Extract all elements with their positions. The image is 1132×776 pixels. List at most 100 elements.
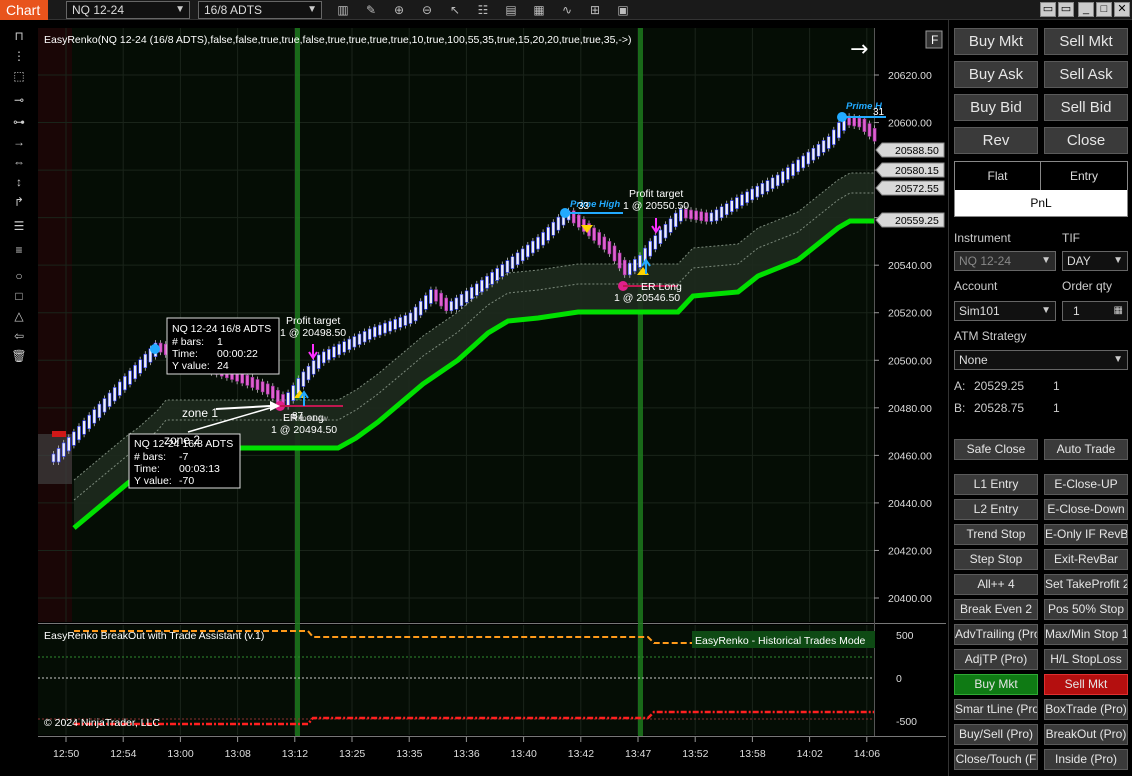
channel-icon[interactable]: ≡ [10,242,28,258]
atm-strategy-select[interactable]: None ▼ [954,350,1128,370]
reverse-button[interactable]: Rev [954,127,1038,154]
strategy-icon[interactable]: ⊞ [586,2,604,18]
window-menu-button[interactable]: ▭ [1040,2,1056,17]
arrow-line-icon[interactable]: → [10,134,28,150]
renko-bar [337,343,341,356]
pnl-display[interactable]: PnL [955,190,1127,216]
auto-trade-button[interactable]: Auto Trade [1044,439,1128,460]
renko-bar [617,252,622,269]
strategy-button-10-1[interactable]: BreakOut (Pro) [1044,724,1128,745]
buy-market-button[interactable]: Buy Mkt [954,28,1038,55]
trash-icon[interactable]: 🗑 [10,348,28,364]
tif-select[interactable]: DAY ▼ [1062,251,1128,271]
instrument-select[interactable]: NQ 12-24 ▼ [66,1,190,19]
instrument-field[interactable]: NQ 12-24 ▼ [954,251,1056,271]
strategy-button-0-0[interactable]: L1 Entry [954,474,1038,495]
ruler-icon[interactable]: ⊓ [10,28,28,44]
triangle-icon[interactable]: △ [10,308,28,324]
renko-bar [536,236,540,250]
strategy-button-0-1[interactable]: E-Close-UP [1044,474,1128,495]
instrument-field-value: NQ 12-24 [959,254,1012,268]
sell-market-strategy-button[interactable]: Sell Mkt [1044,674,1128,695]
strategy-button-5-0[interactable]: Break Even 2 [954,599,1038,620]
period-select[interactable]: 16/8 ADTS ▼ [198,1,322,19]
indicator-icon[interactable]: ∿ [558,2,576,18]
safe-close-button[interactable]: Safe Close [954,439,1038,460]
strategy-button-1-0[interactable]: L2 Entry [954,499,1038,520]
stepper-icon[interactable]: ▦ [1114,302,1123,320]
zoom-in-icon[interactable]: ⊕ [390,2,408,18]
renko-bar [500,264,505,277]
buy-market-strategy-button[interactable]: Buy Mkt [954,674,1038,695]
vertical-line-icon[interactable]: ↕ [10,174,28,190]
strategy-button-6-0[interactable]: AdvTrailing (Pro [954,624,1038,645]
renko-bar [291,385,295,401]
strategy-button-3-0[interactable]: Step Stop [954,549,1038,570]
screenshot-icon[interactable]: ▣ [614,2,632,18]
renko-bar [556,216,561,231]
buy-ask-button[interactable]: Buy Ask [954,61,1038,88]
strategy-button-9-0[interactable]: Smar tLine (Pro [954,699,1038,720]
rectangle-icon[interactable]: □ [10,288,28,304]
strategy-button-2-1[interactable]: E-Only IF RevB [1044,524,1128,545]
arrow-right-icon[interactable]: → [850,37,868,62]
buy-bid-button[interactable]: Buy Bid [954,94,1038,121]
horizontal-line-icon[interactable]: ⇔ [10,154,28,170]
sell-bid-button[interactable]: Sell Bid [1044,94,1128,121]
close-window-button[interactable]: ✕ [1114,2,1130,17]
renko-bar [576,214,581,228]
strategy-button-7-1[interactable]: H/L StopLoss [1044,649,1128,670]
maximize-button[interactable]: □ [1096,2,1112,17]
renko-bar [699,211,704,221]
data-box-icon[interactable]: ▦ [530,2,548,18]
renko-bar [434,289,438,302]
renko-bar [862,118,867,132]
price-tick-label: 20500.00 [888,355,932,367]
strategy-button-6-1[interactable]: Max/Min Stop 1 [1044,624,1128,645]
strategy-button-11-1[interactable]: Inside (Pro) [1044,749,1128,770]
properties-icon[interactable]: ☷ [474,2,492,18]
template-icon[interactable]: ▤ [502,2,520,18]
strategy-button-9-1[interactable]: BoxTrade (Pro) [1044,699,1128,720]
account-select[interactable]: Sim101 ▼ [954,301,1056,321]
rect-select-icon[interactable]: ⬚ [10,68,28,84]
strategy-button-4-0[interactable]: All++ 4 [954,574,1038,595]
strategy-button-3-1[interactable]: Exit-RevBar [1044,549,1128,570]
renko-bar [418,300,423,316]
line-icon[interactable]: ⊸ [10,92,28,108]
bar-type-icon[interactable]: ▥ [334,2,352,18]
ray-icon[interactable]: ⊶ [10,114,28,130]
fib-icon[interactable]: ☰ [10,218,28,234]
sell-market-button[interactable]: Sell Mkt [1044,28,1128,55]
close-position-button[interactable]: Close [1044,127,1128,154]
bar-count-label: 31 [873,107,885,118]
chart-area[interactable]: 20620.0020600.0020580.0020560.0020540.00… [38,28,946,776]
chart-tab[interactable]: Chart [0,0,48,20]
vertical-select-icon[interactable]: ⋮ [10,48,28,64]
zoom-out-icon[interactable]: ⊖ [418,2,436,18]
strategy-button-7-0[interactable]: AdjTP (Pro) [954,649,1038,670]
strategy-button-11-0[interactable]: Close/Touch (F [954,749,1038,770]
indicator-tick: 500 [896,630,914,642]
pointer-icon[interactable]: ↖ [446,2,464,18]
f-badge[interactable]: F [931,33,938,47]
minimize-button[interactable]: _ [1078,2,1094,17]
order-qty-value: 1 [1073,304,1080,318]
renko-bar [816,144,821,157]
renko-bar [429,289,433,304]
sell-ask-button[interactable]: Sell Ask [1044,61,1128,88]
strategy-button-4-1[interactable]: Set TakeProfit 2 [1044,574,1128,595]
text-icon[interactable]: ⇦ [10,328,28,344]
ellipse-icon[interactable]: ○ [10,268,28,284]
window-link-button[interactable]: ▭ [1058,2,1074,17]
strategy-button-2-0[interactable]: Trend Stop [954,524,1038,545]
pencil-icon[interactable]: ✎ [362,2,380,18]
order-qty-stepper[interactable]: 1 ▦ [1062,301,1128,321]
strategy-button-10-0[interactable]: Buy/Sell (Pro) [954,724,1038,745]
step-line-icon[interactable]: ↱ [10,194,28,210]
strategy-button-1-1[interactable]: E-Close-Down [1044,499,1128,520]
renko-bar [393,319,398,330]
renko-bar [138,359,142,374]
chart-canvas[interactable]: 20620.0020600.0020580.0020560.0020540.00… [38,28,946,776]
strategy-button-5-1[interactable]: Pos 50% Stop [1044,599,1128,620]
